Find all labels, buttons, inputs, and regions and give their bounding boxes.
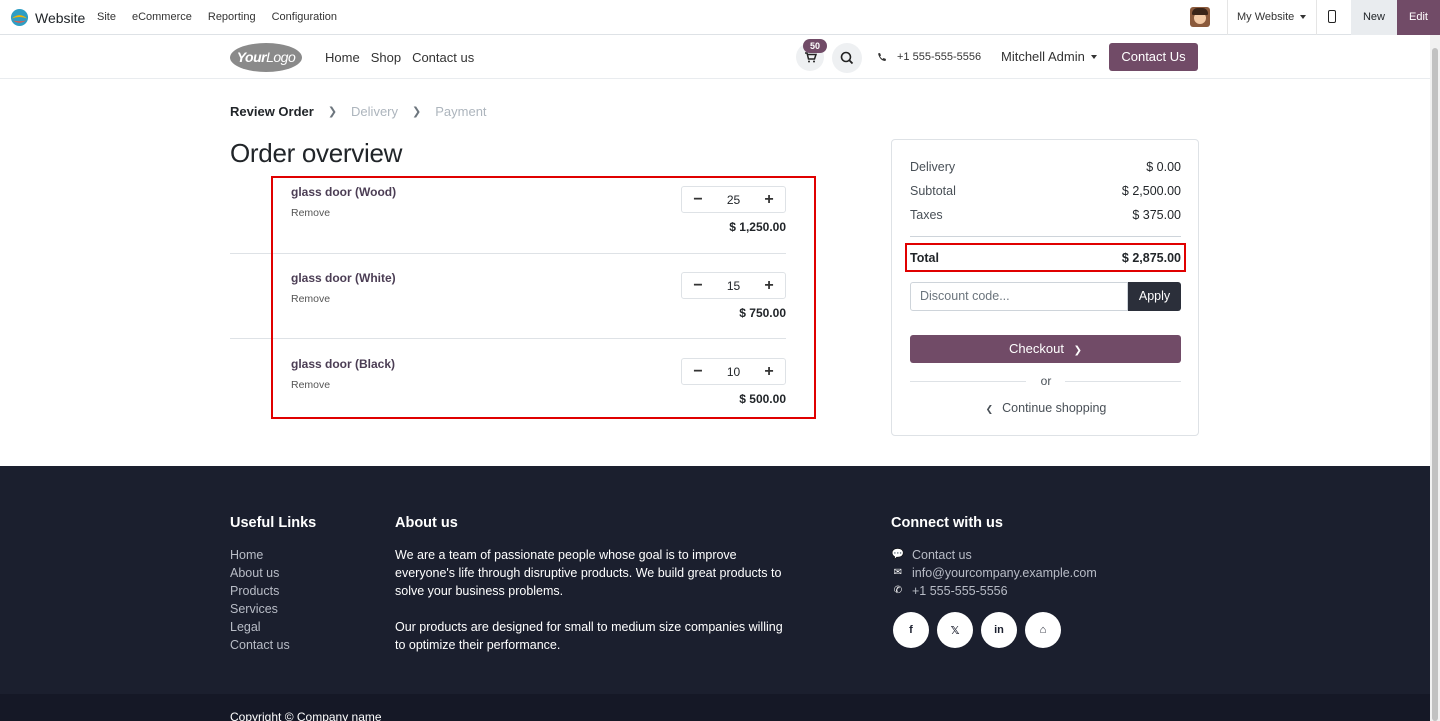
separator — [1227, 0, 1228, 35]
about-paragraph-2: Our products are designed for small to m… — [395, 620, 783, 652]
chevron-right-icon: ❯ — [1073, 345, 1082, 356]
copyright-bar — [0, 694, 1430, 721]
summary-row-subtotal: Subtotal $ 2,500.00 — [910, 184, 1181, 198]
taxes-label: Taxes — [910, 208, 943, 222]
order-summary-card: Delivery $ 0.00 Subtotal $ 2,500.00 Taxe… — [891, 139, 1199, 436]
website-selector-label: My Website — [1237, 11, 1295, 23]
nav-shop[interactable]: Shop — [371, 50, 401, 65]
connect-phone[interactable]: ✆ +1 555-555-5556 — [891, 582, 1097, 600]
social-links: f 𝕏 in ⌂ — [893, 612, 1069, 648]
scrollbar-thumb[interactable] — [1432, 48, 1438, 721]
chevron-left-icon: ❮ — [985, 404, 994, 414]
footer-link-home[interactable]: Home — [230, 546, 290, 564]
site-nav: Home Shop Contact us — [325, 50, 485, 65]
logo-bold-text: Your — [236, 49, 267, 65]
phone-icon — [878, 53, 886, 61]
discount-code-input[interactable]: Discount code... — [910, 282, 1128, 311]
cart-count-badge: 50 — [803, 39, 827, 53]
avatar-hair — [1192, 8, 1208, 15]
user-name: Mitchell Admin — [1001, 49, 1085, 64]
about-paragraph-1: We are a team of passionate people whose… — [395, 548, 782, 598]
step-payment: Payment — [435, 104, 487, 119]
footer-link-services[interactable]: Services — [230, 600, 290, 618]
x-twitter-icon[interactable]: 𝕏 — [937, 612, 973, 648]
or-text: or — [1040, 374, 1052, 388]
highlight-box-order-lines — [271, 176, 816, 419]
footer-link-products[interactable]: Products — [230, 582, 290, 600]
site-logo[interactable]: YourLogo — [230, 43, 302, 72]
facebook-icon[interactable]: f — [893, 612, 929, 648]
summary-row-taxes: Taxes $ 375.00 — [910, 208, 1181, 222]
site-header: YourLogo Home Shop Contact us 50 +1 555-… — [0, 35, 1430, 79]
odoo-logo-icon — [10, 8, 29, 27]
user-menu[interactable]: Mitchell Admin — [1001, 49, 1097, 64]
connect-phone-label: +1 555-555-5556 — [912, 584, 1008, 598]
envelope-icon: ✉ — [893, 567, 903, 578]
nav-contact[interactable]: Contact us — [412, 50, 474, 65]
edit-button[interactable]: Edit — [1397, 0, 1440, 35]
subtotal-value: $ 2,500.00 — [1121, 184, 1181, 198]
checkout-label: Checkout — [1009, 341, 1064, 356]
admin-navbar: Website Site eCommerce Reporting Configu… — [0, 0, 1440, 35]
connect-contact[interactable]: 💬 Contact us — [891, 546, 1097, 564]
continue-shopping-link[interactable]: ❮ Continue shopping — [892, 401, 1200, 415]
taxes-value: $ 375.00 — [1132, 208, 1181, 222]
linkedin-icon[interactable]: in — [981, 612, 1017, 648]
continue-shopping-label: Continue shopping — [1002, 401, 1107, 415]
apply-button[interactable]: Apply — [1128, 282, 1181, 311]
chat-icon: 💬 — [891, 549, 905, 560]
subtotal-label: Subtotal — [910, 184, 956, 198]
contact-us-button[interactable]: Contact Us — [1109, 43, 1198, 71]
mobile-preview-icon[interactable] — [1328, 10, 1336, 23]
checkout-button[interactable]: Checkout ❯ — [910, 335, 1181, 363]
about-text: We are a team of passionate people whose… — [395, 546, 795, 672]
chevron-down-icon — [1090, 54, 1097, 59]
about-title: About us — [395, 515, 458, 531]
menu-ecommerce[interactable]: eCommerce — [132, 11, 192, 23]
connect-email-label: info@yourcompany.example.com — [912, 566, 1097, 580]
chevron-down-icon — [1300, 15, 1307, 19]
delivery-label: Delivery — [910, 160, 956, 174]
phone-icon: ✆ — [893, 585, 903, 596]
site-footer: Useful Links Home About us Products Serv… — [0, 466, 1430, 721]
connect-title: Connect with us — [891, 515, 1003, 531]
menu-configuration[interactable]: Configuration — [272, 11, 337, 23]
checkout-steps: Review Order ❯ Delivery ❯ Payment — [230, 104, 487, 119]
connect-contact-label: Contact us — [912, 548, 972, 562]
header-phone-number: +1 555-555-5556 — [897, 51, 982, 63]
useful-links-title: Useful Links — [230, 515, 317, 531]
app-name: Website — [35, 9, 86, 26]
home-icon[interactable]: ⌂ — [1025, 612, 1061, 648]
copyright-text: Copyright © Company name — [230, 710, 382, 721]
search-icon — [840, 51, 854, 65]
website-selector[interactable]: My Website — [1237, 11, 1307, 23]
logo-thin-text: Logo — [266, 49, 296, 65]
header-phone[interactable]: +1 555-555-5556 — [877, 51, 981, 63]
menu-site[interactable]: Site — [97, 11, 116, 23]
summary-divider — [910, 236, 1181, 237]
footer-link-contact[interactable]: Contact us — [230, 636, 290, 654]
step-review-order: Review Order — [230, 104, 314, 119]
admin-menu: Site eCommerce Reporting Configuration — [97, 11, 353, 23]
highlight-box-total — [905, 243, 1186, 272]
search-button[interactable] — [832, 43, 862, 73]
summary-row-delivery: Delivery $ 0.00 — [910, 160, 1181, 174]
footer-link-about[interactable]: About us — [230, 564, 290, 582]
step-delivery: Delivery — [351, 104, 399, 119]
delivery-value: $ 0.00 — [1146, 160, 1181, 174]
chevron-right-icon: ❯ — [327, 106, 338, 118]
new-button[interactable]: New — [1351, 0, 1397, 35]
menu-reporting[interactable]: Reporting — [208, 11, 256, 23]
footer-link-legal[interactable]: Legal — [230, 618, 290, 636]
separator — [1316, 0, 1317, 35]
useful-links-list: Home About us Products Services Legal Co… — [230, 546, 290, 654]
user-avatar[interactable] — [1190, 7, 1210, 27]
nav-home[interactable]: Home — [325, 50, 360, 65]
connect-list: 💬 Contact us ✉ info@yourcompany.example.… — [891, 546, 1097, 600]
page-title: Order overview — [230, 138, 403, 168]
app-brand[interactable]: Website — [10, 8, 85, 27]
chevron-right-icon: ❯ — [412, 106, 422, 118]
connect-email[interactable]: ✉ info@yourcompany.example.com — [891, 564, 1097, 582]
